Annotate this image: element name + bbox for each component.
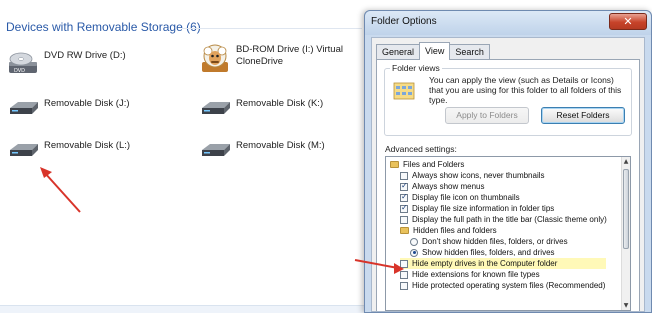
setting-label: Display file icon on thumbnails	[412, 193, 520, 202]
setting-label: Hide protected operating system files (R…	[412, 281, 606, 290]
group-title: Devices with Removable Storage (6)	[6, 20, 201, 34]
setting-hide-empty-drives[interactable]: Hide empty drives in the Computer folder	[400, 258, 606, 269]
apply-to-folders-button[interactable]: Apply to Folders	[445, 107, 529, 124]
device-dvd-rw-drive[interactable]: DVD DVD RW Drive (D:)	[6, 48, 176, 78]
removable-disk-icon	[198, 96, 232, 126]
setting-show-hidden[interactable]: Show hidden files, folders, and drives	[410, 247, 555, 258]
scroll-down-arrow-icon[interactable]: ▼	[622, 301, 630, 310]
scroll-thumb[interactable]	[623, 169, 629, 249]
setting-label: Hide extensions for known file types	[412, 270, 540, 279]
device-label: Removable Disk (K:)	[236, 98, 324, 109]
folder-views-label: Folder views	[390, 63, 442, 73]
device-label: Removable Disk (J:)	[44, 98, 130, 109]
setting-label: Hide empty drives in the Computer folder	[412, 259, 558, 268]
checkbox-checked[interactable]	[400, 203, 408, 213]
clonedrive-sheep-icon	[198, 42, 232, 76]
group-header-removable-storage[interactable]: Devices with Removable Storage (6)	[6, 20, 362, 38]
tab-view[interactable]: View	[419, 42, 451, 60]
setting-dont-show-hidden[interactable]: Don't show hidden files, folders, or dri…	[410, 236, 568, 247]
folder-views-description: You can apply the view (such as Details …	[429, 75, 622, 105]
setting-label: Display the full path in the title bar (…	[412, 215, 607, 224]
setting-label: Show hidden files, folders, and drives	[422, 248, 555, 257]
dvd-drive-icon: DVD	[6, 48, 40, 78]
setting-label: Files and Folders	[403, 160, 465, 169]
setting-label: Always show menus	[412, 182, 485, 191]
checkbox[interactable]	[400, 171, 408, 180]
setting-label: Display file size information in folder …	[412, 204, 555, 213]
device-removable-disk-k[interactable]: Removable Disk (K:)	[198, 96, 368, 126]
advanced-settings-tree[interactable]: Files and Folders Always show icons, nev…	[385, 156, 631, 311]
radio-button[interactable]	[410, 237, 418, 246]
explorer-status-strip	[0, 305, 372, 313]
removable-disk-icon	[6, 96, 40, 126]
setting-always-show-menus[interactable]: Always show menus	[400, 181, 484, 192]
setting-label: Don't show hidden files, folders, or dri…	[422, 237, 568, 246]
folder-views-icon	[393, 79, 415, 101]
device-removable-disk-l[interactable]: Removable Disk (L:)	[6, 138, 176, 168]
radio-button-selected[interactable]	[410, 248, 418, 257]
group-divider	[182, 28, 362, 29]
removable-disk-icon	[6, 138, 40, 168]
setting-label: Hidden files and folders	[413, 226, 497, 235]
setting-display-full-path[interactable]: Display the full path in the title bar (…	[400, 214, 607, 225]
scroll-up-arrow-icon[interactable]: ▲	[622, 157, 630, 166]
device-label: Removable Disk (M:)	[236, 140, 325, 151]
dialog-titlebar[interactable]: Folder Options ✕	[365, 11, 651, 35]
setting-display-file-icon[interactable]: Display file icon on thumbnails	[400, 192, 520, 203]
checkbox-checked[interactable]	[400, 181, 408, 191]
device-label: Removable Disk (L:)	[44, 140, 131, 151]
setting-label: Always show icons, never thumbnails	[412, 171, 545, 180]
folder-views-group: Folder views You can apply the view (suc…	[384, 63, 632, 136]
tree-row-hidden-files: Hidden files and folders	[400, 225, 497, 236]
dialog-title: Folder Options	[371, 16, 437, 27]
checkbox[interactable]	[400, 259, 408, 268]
checkbox-checked[interactable]	[400, 192, 408, 202]
close-button[interactable]: ✕	[609, 13, 647, 30]
device-bd-rom-drive[interactable]: BD-ROM Drive (I:) Virtual CloneDrive	[198, 42, 370, 76]
folder-options-dialog: Folder Options ✕ General View Search Fol…	[364, 10, 652, 313]
tree-scrollbar[interactable]: ▲ ▼	[621, 157, 630, 310]
folder-icon	[400, 227, 409, 234]
view-tab-panel: Folder views You can apply the view (suc…	[376, 59, 640, 311]
reset-folders-button[interactable]: Reset Folders	[541, 107, 625, 124]
checkbox[interactable]	[400, 215, 408, 224]
tab-strip: General View Search	[376, 42, 490, 60]
tab-general[interactable]: General	[376, 44, 421, 60]
removable-disk-icon	[198, 138, 232, 168]
tree-row-files-and-folders: Files and Folders	[390, 159, 464, 170]
device-removable-disk-j[interactable]: Removable Disk (J:)	[6, 96, 176, 126]
device-removable-disk-m[interactable]: Removable Disk (M:)	[198, 138, 368, 168]
device-label: BD-ROM Drive (I:) Virtual CloneDrive	[236, 44, 343, 67]
setting-always-show-icons[interactable]: Always show icons, never thumbnails	[400, 170, 545, 181]
advanced-settings-label: Advanced settings:	[385, 144, 457, 154]
folder-icon	[390, 161, 399, 168]
checkbox[interactable]	[400, 270, 408, 279]
setting-hide-protected-os-files[interactable]: Hide protected operating system files (R…	[400, 280, 605, 291]
setting-display-file-size[interactable]: Display file size information in folder …	[400, 203, 554, 214]
setting-hide-extensions[interactable]: Hide extensions for known file types	[400, 269, 540, 280]
checkbox[interactable]	[400, 281, 408, 290]
dialog-body: General View Search Folder views You can…	[371, 37, 645, 312]
device-label: DVD RW Drive (D:)	[44, 50, 126, 61]
svg-text:DVD: DVD	[14, 68, 25, 74]
explorer-pane: Devices with Removable Storage (6) DVD D…	[0, 0, 372, 313]
tab-search[interactable]: Search	[449, 44, 490, 60]
